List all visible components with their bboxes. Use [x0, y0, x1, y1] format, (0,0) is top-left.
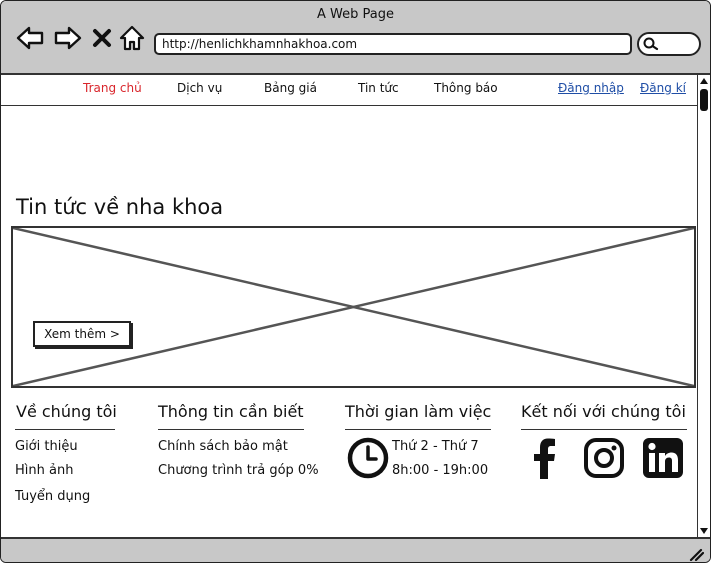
top-navigation: Trang chủ Dịch vụ Bảng giá Tin tức Thông… — [1, 75, 698, 106]
nav-item-announcements[interactable]: Thông báo — [434, 81, 498, 95]
window-title: A Web Page — [317, 7, 394, 22]
clock-icon — [347, 437, 389, 479]
login-link[interactable]: Đăng nhập — [558, 81, 624, 95]
browser-chrome: A Web Page http://henlichkhamnhakhoa.com — [1, 1, 710, 75]
nav-item-news[interactable]: Tin tức — [358, 81, 399, 95]
scrollbar-thumb[interactable] — [700, 89, 708, 111]
resize-grip-icon[interactable] — [688, 547, 704, 561]
status-bar — [1, 537, 710, 562]
footer-link-about[interactable]: Giới thiệu — [15, 439, 78, 454]
footer-link-careers[interactable]: Tuyển dụng — [15, 489, 90, 504]
page-title: Tin tức về nha khoa — [16, 195, 224, 219]
working-days: Thứ 2 - Thứ 7 — [392, 439, 479, 454]
nav-item-services[interactable]: Dịch vụ — [177, 81, 222, 95]
register-link[interactable]: Đăng kí — [640, 81, 686, 95]
scroll-up-icon[interactable] — [698, 75, 710, 87]
search-field[interactable] — [637, 32, 701, 56]
browser-window: A Web Page http://henlichkhamnhakhoa.com… — [0, 0, 711, 563]
news-banner-image: Xem thêm > — [11, 226, 696, 388]
url-text: http://henlichkhamnhakhoa.com — [162, 37, 358, 51]
search-icon — [643, 37, 659, 51]
close-icon[interactable] — [89, 23, 115, 53]
address-bar[interactable]: http://henlichkhamnhakhoa.com — [154, 33, 632, 55]
footer-link-installment[interactable]: Chương trình trả góp 0% — [158, 463, 319, 478]
forward-arrow-icon[interactable] — [53, 23, 83, 53]
back-arrow-icon[interactable] — [15, 23, 45, 53]
divider — [15, 429, 115, 430]
footer-social-heading: Kết nối với chúng tôi — [521, 402, 686, 421]
image-placeholder-icon — [13, 228, 694, 386]
footer-link-gallery[interactable]: Hình ảnh — [15, 463, 73, 478]
divider — [521, 429, 687, 430]
instagram-icon[interactable] — [583, 437, 625, 479]
vertical-scrollbar[interactable] — [697, 75, 710, 537]
facebook-icon[interactable] — [524, 437, 566, 479]
footer-link-privacy[interactable]: Chính sách bảo mật — [158, 439, 288, 454]
nav-item-home[interactable]: Trang chủ — [83, 81, 142, 95]
linkedin-icon[interactable] — [642, 437, 684, 479]
read-more-button[interactable]: Xem thêm > — [33, 321, 131, 347]
scroll-down-icon[interactable] — [698, 525, 710, 537]
divider — [158, 429, 304, 430]
footer-hours-heading: Thời gian làm việc — [345, 402, 492, 421]
home-icon[interactable] — [117, 23, 147, 53]
working-hours: 8h:00 - 19h:00 — [392, 463, 489, 478]
nav-item-prices[interactable]: Bảng giá — [264, 81, 317, 95]
footer-info-heading: Thông tin cần biết — [158, 402, 304, 421]
footer-about-heading: Về chúng tôi — [16, 402, 117, 421]
divider — [345, 429, 491, 430]
